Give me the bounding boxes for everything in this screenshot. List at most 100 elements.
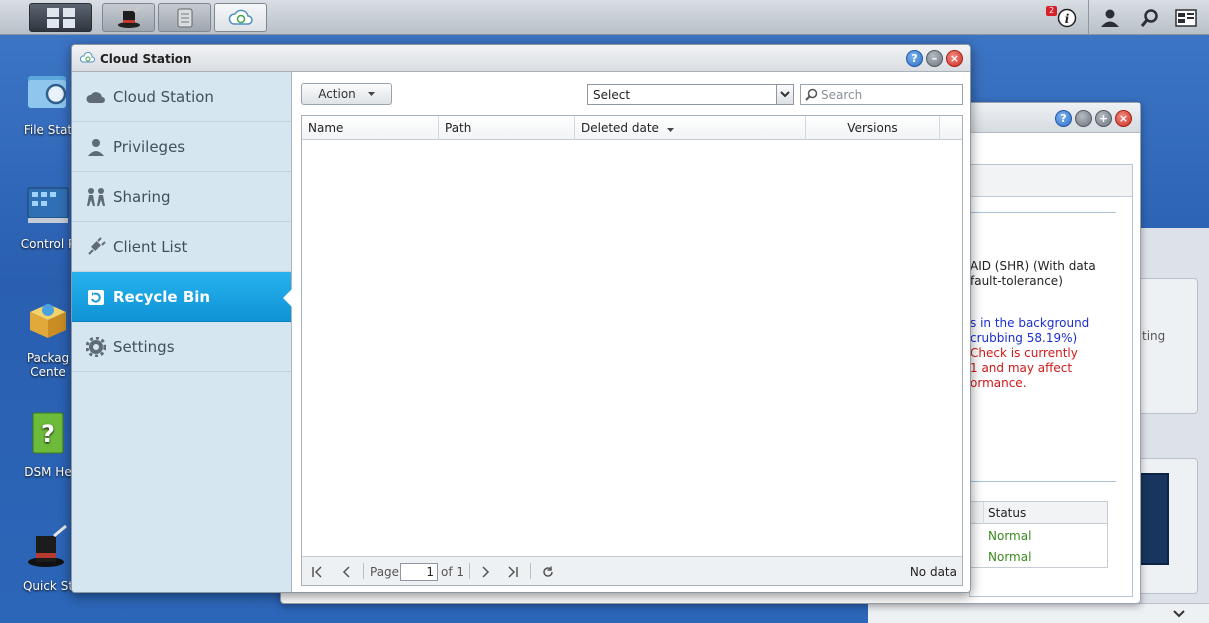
background-task-text: s in the background crubbing 58.19%)	[970, 316, 1089, 346]
bg-minimize-button[interactable]	[1075, 110, 1092, 127]
search-input[interactable]: Search	[800, 84, 963, 105]
search-button[interactable]	[1136, 0, 1164, 35]
column-label: Path	[445, 121, 472, 135]
sidebar-item-privileges[interactable]: Privileges	[72, 122, 291, 172]
divider	[970, 481, 1116, 482]
col-divider	[983, 502, 984, 524]
first-page-button[interactable]	[311, 557, 323, 586]
bg-task-line: s in the background	[970, 316, 1090, 330]
notifications-button[interactable]: i	[1053, 0, 1081, 35]
bg-task-line: crubbing 58.19%)	[970, 331, 1078, 345]
plug-icon	[88, 236, 106, 255]
storage-manager-taskbar-button[interactable]	[158, 3, 211, 32]
filter-select[interactable]: Select	[587, 84, 794, 105]
control-panel-icon	[27, 187, 69, 223]
status-table: Status Normal Normal	[970, 501, 1108, 568]
select-value: Select	[593, 88, 631, 102]
pager-status: No data	[909, 564, 957, 579]
column-header-versions[interactable]: Versions	[806, 116, 940, 140]
column-label: Versions	[847, 121, 898, 135]
first-page-icon	[312, 565, 322, 578]
pager-divider	[363, 563, 364, 579]
refresh-button[interactable]	[542, 557, 554, 586]
help-button[interactable]: ?	[906, 50, 923, 67]
page-total: of 1	[441, 564, 465, 579]
taskbar: i 2	[0, 0, 1209, 35]
package-center-icon	[30, 304, 66, 338]
raid-description: AID (SHR) (With data fault-tolerance)	[970, 259, 1096, 289]
page-label: Page	[370, 564, 400, 579]
window-titlebar[interactable]: Cloud Station ? – ×	[72, 45, 970, 72]
sidebar-item-label: Recycle Bin	[113, 287, 211, 306]
status-column-header: Status	[988, 506, 1027, 520]
caret-down-icon	[367, 92, 375, 96]
bg-help-button[interactable]: ?	[1055, 110, 1072, 127]
sidebar-item-sharing[interactable]: Sharing	[72, 172, 291, 222]
pagination-bar: Page 1 of 1 No data	[302, 556, 962, 585]
widget-text: ting	[1142, 329, 1166, 343]
sidebar-item-label: Client List	[113, 237, 188, 256]
action-button[interactable]: Action	[301, 83, 392, 105]
refresh-icon	[543, 566, 553, 577]
svg-text:i: i	[1065, 12, 1070, 26]
gear-icon	[86, 336, 106, 357]
dsm-help-icon: ?	[32, 412, 64, 454]
sidebar-item-label: Privileges	[113, 137, 186, 156]
bg-panel-header	[970, 165, 1132, 197]
user-icon	[88, 138, 104, 156]
sidebar-item-client-list[interactable]: Client List	[72, 222, 291, 272]
bg-content-panel: AID (SHR) (With data fault-tolerance) s …	[969, 164, 1133, 597]
previous-page-button[interactable]	[341, 557, 351, 586]
bg-close-button[interactable]: ×	[1115, 110, 1132, 127]
close-button[interactable]: ×	[946, 50, 963, 67]
widgets-icon	[1175, 8, 1197, 27]
column-header-deleted-date[interactable]: Deleted date	[575, 116, 806, 140]
next-page-button[interactable]	[481, 557, 491, 586]
warning-line: ormance.	[970, 376, 1027, 390]
minimize-button[interactable]: –	[926, 50, 943, 67]
warning-line: Check is currently	[970, 346, 1078, 360]
people-icon	[87, 187, 105, 206]
page-number-input[interactable]: 1	[400, 563, 438, 581]
action-button-label: Action	[318, 87, 356, 101]
file-station-icon	[28, 76, 67, 108]
chevron-right-icon	[482, 565, 490, 578]
window-title: Cloud Station	[100, 52, 192, 66]
user-icon	[1101, 9, 1119, 27]
pager-divider	[469, 563, 470, 579]
bg-maximize-button[interactable]: +	[1095, 110, 1112, 127]
recycle-bin-panel: Action Select Search Name Path Deleted d…	[293, 72, 970, 592]
quick-start-icon	[28, 524, 67, 567]
sidebar-item-recycle-bin[interactable]: Recycle Bin	[72, 272, 292, 322]
column-label: Name	[308, 121, 344, 135]
storage-icon	[177, 8, 192, 27]
recycle-bin-grid: Name Path Deleted date Versions Page 1 o…	[301, 115, 963, 586]
user-menu-button[interactable]	[1096, 0, 1124, 35]
main-menu-button[interactable]	[29, 3, 92, 32]
quick-start-taskbar-button[interactable]	[102, 3, 155, 32]
warning-line: 1 and may affect	[970, 361, 1073, 375]
cloud-sync-icon	[228, 9, 253, 25]
chevron-down-icon	[780, 91, 790, 98]
widgets-button[interactable]	[1172, 0, 1200, 35]
grid-icon	[46, 7, 75, 28]
cloud-station-taskbar-button[interactable]	[214, 3, 267, 32]
column-header-path[interactable]: Path	[439, 116, 575, 140]
cloud-icon	[86, 91, 105, 103]
taskbar-divider	[1088, 0, 1089, 35]
sidebar-item-settings[interactable]: Settings	[72, 322, 291, 372]
sidebar-item-cloud-station[interactable]: Cloud Station	[72, 72, 291, 122]
search-icon	[805, 88, 818, 101]
select-dropdown-button[interactable]	[776, 85, 793, 104]
last-page-button[interactable]	[507, 557, 519, 586]
last-page-icon	[508, 565, 518, 578]
chevron-down-icon[interactable]	[1172, 608, 1186, 620]
column-label: Deleted date	[581, 121, 659, 135]
cloud-station-app-icon	[80, 52, 95, 63]
column-header-name[interactable]: Name	[302, 116, 439, 140]
raid-line: AID (SHR) (With data	[970, 259, 1096, 273]
divider	[970, 212, 1116, 213]
info-icon: i	[1057, 8, 1077, 27]
warning-text: Check is currently 1 and may affect orma…	[970, 346, 1078, 391]
notification-badge: 2	[1046, 6, 1058, 16]
